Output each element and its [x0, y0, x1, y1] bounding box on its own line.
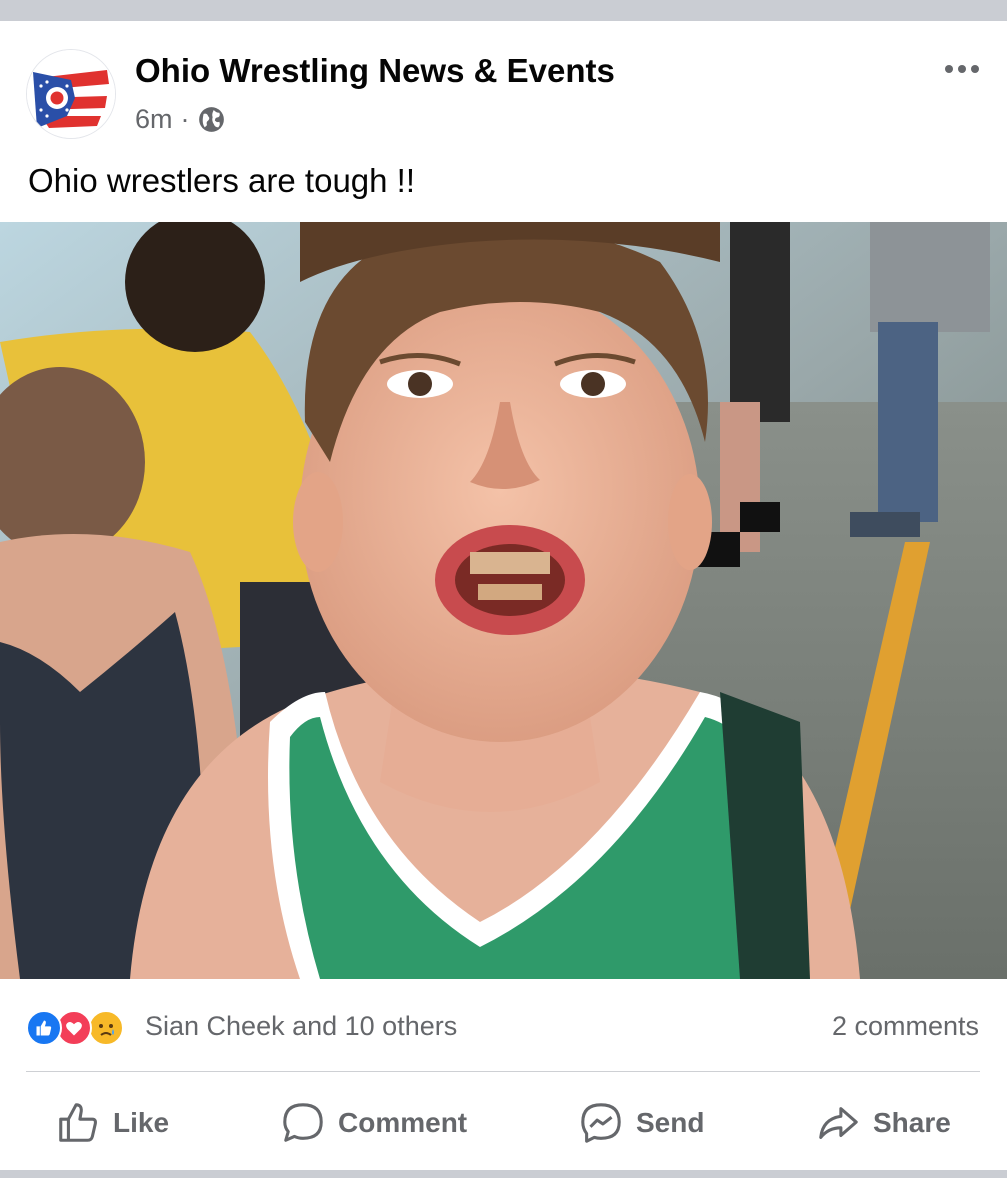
page-name[interactable]: Ohio Wrestling News & Events: [135, 52, 615, 90]
like-label: Like: [113, 1107, 170, 1138]
reaction-summary[interactable]: Sian Cheek and 10 others: [145, 1011, 457, 1042]
like-icon: [26, 1010, 62, 1046]
care-icon: [88, 1010, 124, 1046]
more-dot: [971, 65, 979, 73]
meta-separator: ·: [180, 103, 190, 134]
messenger-icon: [581, 1103, 621, 1143]
reaction-icons[interactable]: [26, 1010, 138, 1046]
share-arrow-icon: [819, 1107, 858, 1139]
comment-button[interactable]: Comment: [280, 1090, 467, 1156]
globe-icon: [198, 106, 225, 133]
like-button[interactable]: Like: [55, 1090, 169, 1156]
send-label: Send: [636, 1107, 705, 1138]
share-label: Share: [873, 1107, 951, 1138]
post-time[interactable]: 6m: [135, 104, 173, 135]
post-meta: 6m ·: [135, 101, 225, 137]
comment-label: Comment: [338, 1107, 468, 1138]
post-header: Ohio Wrestling News & Events 6m · Ohio w…: [0, 21, 1007, 221]
reactions-row: Sian Cheek and 10 others 2 comments: [0, 1000, 1007, 1056]
send-button[interactable]: Send: [578, 1090, 704, 1156]
share-button[interactable]: Share: [815, 1090, 951, 1156]
comments-count[interactable]: 2 comments: [832, 1011, 979, 1042]
post-actions: Like Comment Send Share: [0, 1090, 1007, 1156]
more-dot: [958, 65, 966, 73]
more-options-button[interactable]: [940, 57, 984, 81]
post-photo[interactable]: [0, 222, 1007, 979]
actions-divider: [26, 1071, 980, 1072]
ohio-flag-logo: [27, 50, 115, 138]
top-separator-bar: [0, 0, 1007, 21]
thumbs-up-icon: [59, 1103, 97, 1142]
more-dot: [945, 65, 953, 73]
page-avatar[interactable]: [26, 49, 116, 139]
bottom-separator-bar: [0, 1170, 1007, 1178]
post-text: Ohio wrestlers are tough !!: [28, 162, 416, 199]
comment-bubble-icon: [283, 1103, 323, 1142]
wrestler-photo-illustration: [0, 222, 1007, 979]
